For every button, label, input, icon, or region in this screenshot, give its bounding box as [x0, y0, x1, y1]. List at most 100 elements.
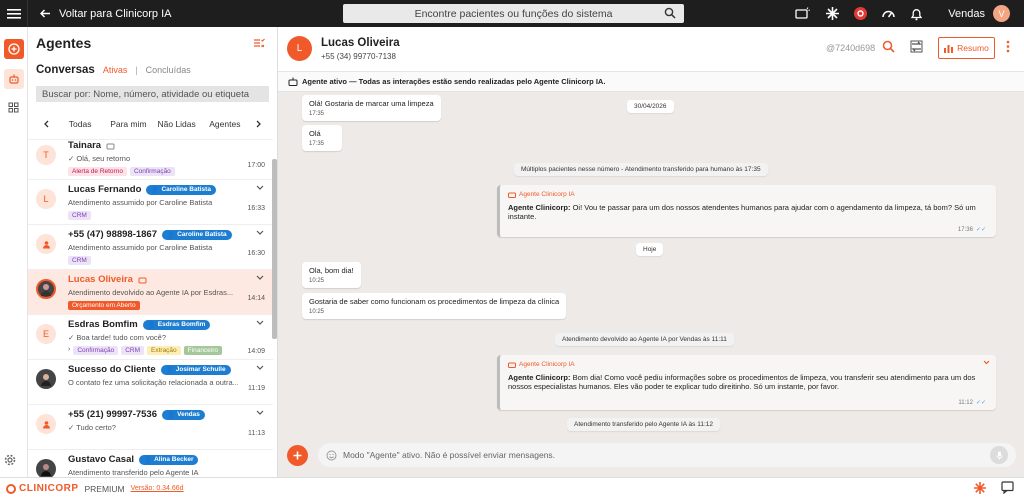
tag: Financeiro: [183, 346, 223, 355]
gear-icon: [4, 454, 16, 466]
summary-label: Resumo: [957, 43, 989, 53]
message-text: Olá: [309, 129, 321, 138]
tab-separator: |: [135, 65, 138, 75]
ai-chat-icon[interactable]: [790, 0, 814, 27]
tab-active[interactable]: Ativas: [103, 65, 128, 75]
chat-bubble-icon[interactable]: [1001, 481, 1014, 494]
filter-unread[interactable]: Não Lidas: [153, 119, 201, 129]
list-item[interactable]: Gustavo Casal 👤 Alina Becker Atendimento t…: [28, 450, 273, 477]
avatar: E: [36, 324, 56, 344]
timestamp: 17:00: [247, 162, 265, 169]
avatar: [36, 234, 56, 254]
summary-button[interactable]: Resumo: [938, 37, 995, 59]
message-time: 17:36: [957, 226, 973, 233]
message-in: Ola, bom dia! 10:25: [302, 262, 361, 288]
chevron-down-icon[interactable]: [256, 275, 264, 281]
chevron-down-icon[interactable]: [256, 230, 264, 236]
chevron-down-icon[interactable]: [983, 360, 990, 365]
chevron-down-icon[interactable]: [256, 320, 264, 326]
send-button[interactable]: [990, 446, 1008, 464]
sparkle-icon[interactable]: [820, 0, 844, 27]
search-icon[interactable]: [882, 40, 895, 53]
bell-icon[interactable]: [904, 0, 928, 27]
rail-apps-button[interactable]: [4, 97, 24, 117]
sparkle-icon[interactable]: [973, 481, 987, 495]
message-in: Gostaria de saber como funcionam os proc…: [302, 293, 567, 319]
last-message: Boa tarde! tudo com você?: [76, 333, 167, 342]
plus-icon: [293, 451, 302, 460]
message-time: 17:35: [309, 111, 325, 117]
message-time: 17:35: [309, 141, 325, 147]
contact-name[interactable]: Lucas Oliveira: [321, 37, 400, 49]
person-photo-icon: [41, 374, 51, 386]
list-item[interactable]: L Lucas Fernando 👤 Caroline Batista Atendi…: [28, 180, 273, 225]
record-icon[interactable]: [848, 0, 872, 27]
agent-prefix: Agente Clinicorp:: [508, 203, 571, 212]
global-search-input[interactable]: Encontre pacientes ou funções do sistema: [343, 4, 684, 23]
chevron-down-icon[interactable]: [256, 410, 264, 416]
assignee-badge: 👤 Vendas: [162, 409, 205, 420]
sidebar-scrollbar[interactable]: [272, 159, 277, 339]
dashboard-gauge-icon[interactable]: [876, 0, 900, 27]
filter-all[interactable]: Todas: [56, 119, 104, 129]
filter-prev-button[interactable]: [36, 120, 56, 128]
conversation-search-input[interactable]: Buscar por: Nome, número, atividade ou e…: [36, 86, 269, 102]
timestamp: 16:30: [247, 250, 265, 257]
message-out: Agente Clinicorp IA Agente Clinicorp: Bo…: [497, 355, 996, 410]
filter-agents[interactable]: Agentes: [201, 119, 249, 129]
message-in: Olá! Gostaria de marcar uma limpeza 17:3…: [302, 95, 441, 121]
list-item[interactable]: T Tainara ✓ Olá, seu retorno Alerta de R…: [28, 140, 273, 180]
tag: Extração: [147, 346, 181, 355]
contact-name: Sucesso do Cliente: [68, 364, 156, 375]
filter-tabs: Todas Para mim Não Lidas Agentes: [28, 111, 277, 137]
search-icon: [664, 7, 676, 19]
person-photo-icon: [41, 464, 51, 476]
tag: Orçamento em Aberto: [68, 301, 140, 310]
emoji-icon[interactable]: [326, 450, 337, 461]
tag: CRM: [121, 346, 145, 355]
conversations-sidebar: Agentes Conversas Ativas | Concluídas Bu…: [28, 27, 278, 477]
user-name[interactable]: Vendas: [948, 8, 985, 20]
list-item[interactable]: +55 (47) 98898-1867 👤 Caroline Batista Ate…: [28, 225, 273, 270]
filter-list-icon[interactable]: [253, 38, 265, 48]
more-vertical-icon[interactable]: [1006, 40, 1010, 53]
timestamp: 11:19: [248, 385, 265, 392]
list-item[interactable]: E Esdras Bomfim 👤 Esdras Bomfim ✓ Boa tard…: [28, 315, 273, 360]
chat-header: L Lucas Oliveira +55 (34) 99770-7138 @72…: [278, 27, 1024, 72]
contact-avatar[interactable]: L: [287, 36, 312, 61]
timestamp: 11:13: [248, 430, 265, 437]
message-text: Ola, bom dia!: [309, 266, 354, 275]
rail-new-button[interactable]: [3, 39, 24, 59]
rail-agents-button[interactable]: [3, 69, 24, 89]
sidebar-title: Agentes: [36, 35, 92, 51]
avatar: L: [36, 189, 56, 209]
tag: Alerta de Retorno: [68, 167, 127, 176]
filter-for-me[interactable]: Para mim: [104, 119, 152, 129]
contact-name: +55 (21) 99997-7536: [68, 409, 158, 420]
message-input[interactable]: Modo "Agente" ativo. Não é possível envi…: [318, 443, 1016, 467]
edition-label: PREMIUM: [84, 483, 125, 494]
list-item[interactable]: Sucesso do Cliente 👤 Josimar Schulle O con…: [28, 360, 273, 405]
menu-icon[interactable]: [0, 0, 28, 27]
last-message: O contato fez uma solicitação relacionad…: [68, 378, 238, 387]
transfer-icon[interactable]: [910, 40, 923, 53]
user-avatar[interactable]: V: [993, 5, 1010, 22]
chevron-down-icon[interactable]: [256, 185, 264, 191]
message-time: 11:12: [958, 399, 973, 406]
filter-next-button[interactable]: [249, 120, 269, 128]
message-time: 10:25: [309, 278, 325, 284]
robot-icon: [8, 74, 19, 84]
chevron-down-icon[interactable]: [256, 365, 264, 371]
person-photo-icon: [41, 284, 51, 296]
rail-settings-button[interactable]: [4, 454, 16, 469]
tab-done[interactable]: Concluídas: [146, 65, 191, 75]
last-message: Atendimento assumido por Caroline Batist…: [68, 243, 213, 252]
list-item[interactable]: +55 (21) 99997-7536 👤 Vendas ✓ Tudo certo?…: [28, 405, 273, 450]
list-item-selected[interactable]: Lucas Oliveira Atendimento devolvido ao …: [28, 270, 273, 315]
robot-icon: [138, 277, 147, 283]
back-link[interactable]: Voltar para Clinicorp IA: [40, 8, 330, 20]
attach-button[interactable]: [287, 445, 308, 466]
back-label: Voltar para Clinicorp IA: [59, 7, 172, 20]
assignee-badge: 👤 Alina Becker: [139, 454, 199, 465]
version-link[interactable]: Versão: 0.34.66d: [131, 485, 184, 492]
